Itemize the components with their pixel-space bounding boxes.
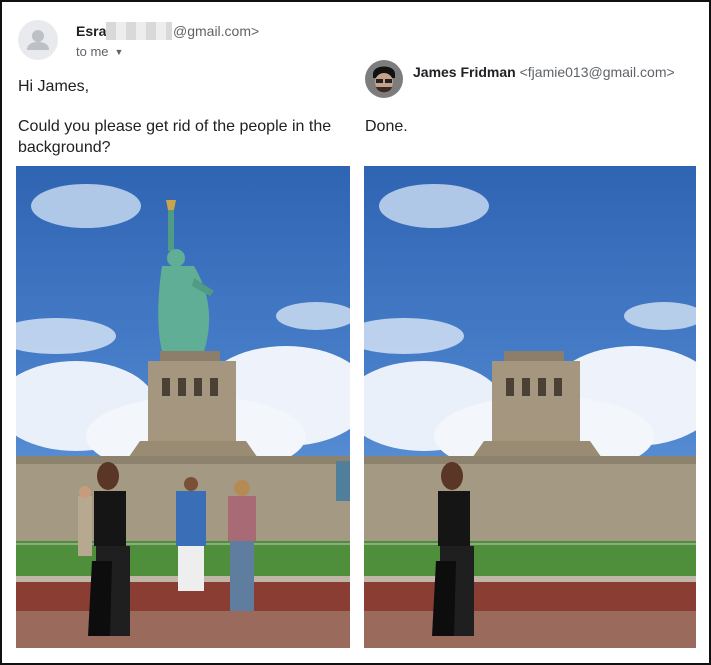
reply-email: James Fridman <fjamie013@gmail.com> Done… [357,2,709,663]
original-email: Esra @gmail.com> to me ▼ Hi James, Could… [2,2,357,663]
email-greeting: Hi James, [18,78,90,95]
person-avatar-icon[interactable] [18,20,58,60]
reply-body: Done. [365,118,408,135]
redacted-email-block [106,22,172,40]
recipient-details-toggle[interactable]: to me ▼ [76,44,123,59]
photo-after [364,166,696,648]
sender-avatar-photo[interactable] [365,60,403,98]
sender-email-domain: @gmail.com> [173,23,260,39]
email-body: Could you please get rid of the people i… [18,118,332,156]
reply-sender[interactable]: James Fridman <fjamie013@gmail.com> [413,64,675,80]
recipient-label: to me [76,44,109,59]
screenshot-frame: Esra @gmail.com> to me ▼ Hi James, Could… [0,0,711,665]
reply-sender-email: <fjamie013@gmail.com> [519,64,675,80]
chevron-down-icon[interactable]: ▼ [115,47,124,57]
sender-name[interactable]: Esra [76,23,106,39]
photo-before [16,166,350,648]
reply-sender-name: James Fridman [413,64,516,80]
